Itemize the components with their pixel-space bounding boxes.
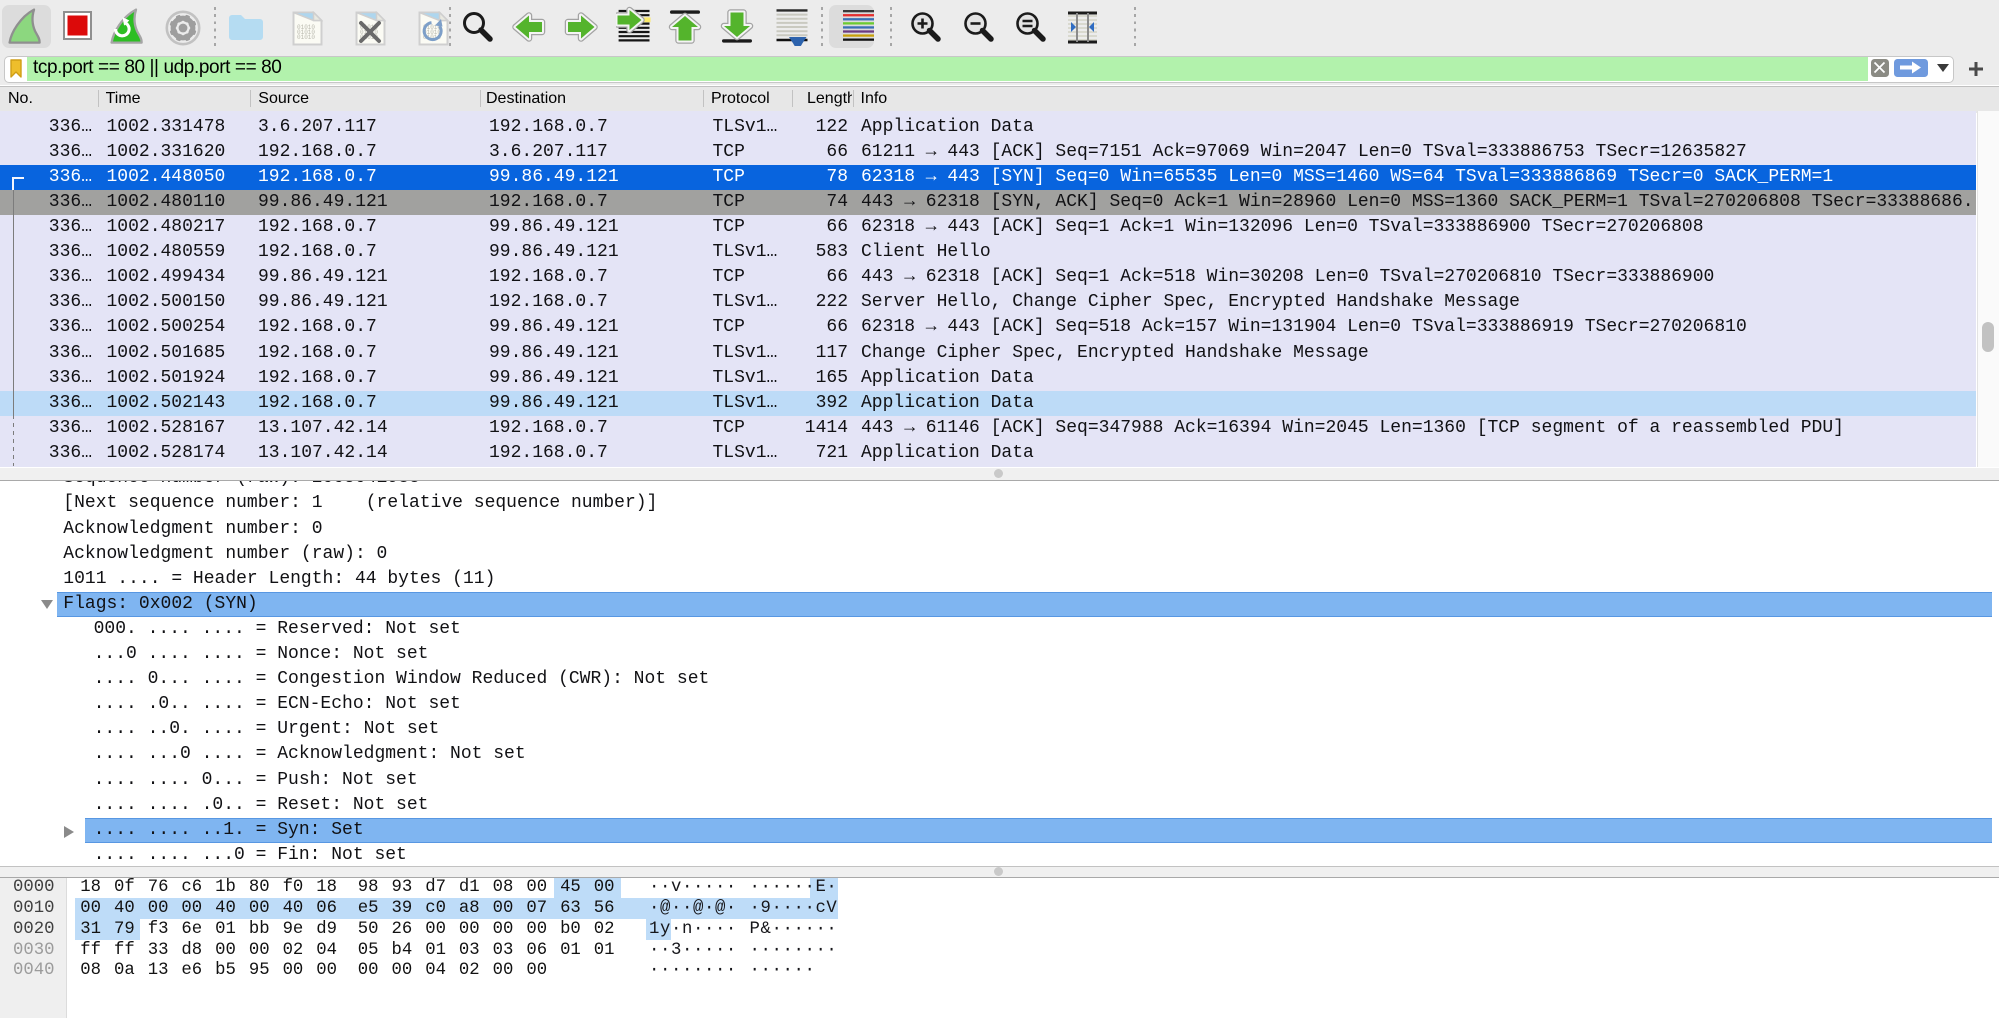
svg-text:01010: 01010 <box>297 34 315 41</box>
